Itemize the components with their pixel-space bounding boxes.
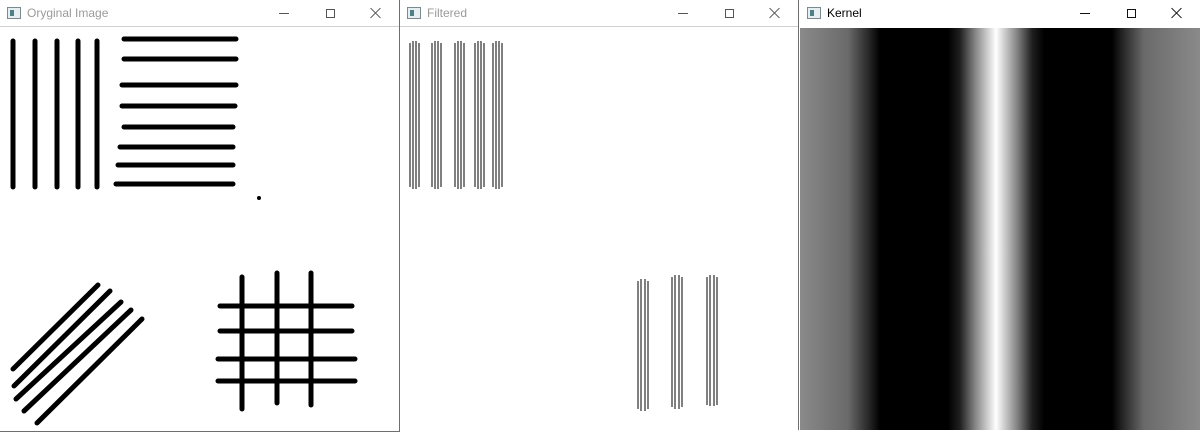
maximize-icon xyxy=(724,8,734,18)
filtered-image-drawing xyxy=(409,41,718,411)
opencv-window-icon xyxy=(407,7,421,19)
kernel-window: Kernel xyxy=(800,0,1200,430)
filtered-titlebar[interactable]: Filtered xyxy=(400,0,798,26)
maximize-button[interactable] xyxy=(706,0,752,26)
close-button[interactable] xyxy=(1154,0,1200,26)
minimize-button[interactable] xyxy=(1062,0,1108,26)
original-image-canvas xyxy=(0,26,399,431)
kernel-titlebar[interactable]: Kernel xyxy=(800,0,1200,26)
minimize-icon xyxy=(279,12,289,14)
original-image-window: Oryginal Image xyxy=(0,0,400,432)
vertical-lines xyxy=(10,38,100,190)
close-icon xyxy=(370,7,382,19)
original-image-drawing xyxy=(10,36,358,426)
original-titlebar[interactable]: Oryginal Image xyxy=(0,0,399,26)
grid-lines xyxy=(215,270,358,412)
maximize-button[interactable] xyxy=(307,0,353,26)
window-title: Kernel xyxy=(827,6,862,20)
maximize-icon xyxy=(325,8,335,18)
close-button[interactable] xyxy=(353,0,399,26)
close-icon xyxy=(1171,7,1183,19)
diagonal-lines xyxy=(10,282,145,426)
window-title: Filtered xyxy=(427,6,468,20)
filtered-window: Filtered xyxy=(399,0,799,430)
minimize-button[interactable] xyxy=(660,0,706,26)
maximize-button[interactable] xyxy=(1108,0,1154,26)
minimize-button[interactable] xyxy=(261,0,307,26)
kernel-image-canvas xyxy=(800,28,1200,430)
window-title: Oryginal Image xyxy=(27,6,109,20)
close-button[interactable] xyxy=(752,0,798,26)
minimize-icon xyxy=(1080,12,1090,14)
opencv-window-icon xyxy=(7,7,21,19)
minimize-icon xyxy=(678,12,688,14)
filtered-edge-lines-top xyxy=(409,41,503,189)
filtered-edge-lines-bottom xyxy=(637,275,718,411)
opencv-window-icon xyxy=(807,7,821,19)
dot xyxy=(257,196,261,200)
filtered-image-canvas xyxy=(400,26,798,430)
maximize-icon xyxy=(1126,8,1136,18)
horizontal-lines xyxy=(113,36,239,187)
close-icon xyxy=(769,7,781,19)
